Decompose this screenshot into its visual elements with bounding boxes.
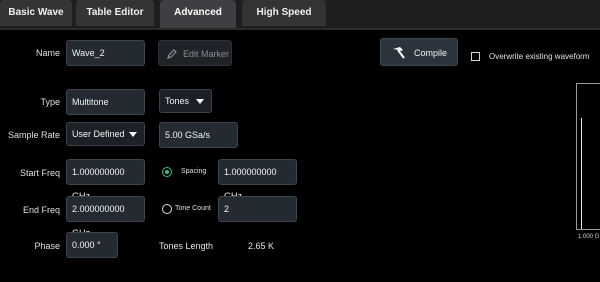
spacing-radio[interactable] — [162, 167, 172, 177]
tab-advanced[interactable]: Advanced — [160, 0, 236, 30]
chevron-down-icon — [129, 132, 137, 137]
chevron-down-icon — [196, 99, 204, 104]
phase-field[interactable]: 0.000 ° — [66, 232, 118, 258]
edit-marker-button[interactable]: Edit Marker — [158, 40, 232, 66]
type-label: Type — [40, 97, 60, 107]
panel-divider — [0, 28, 600, 30]
name-label: Name — [35, 48, 60, 58]
tones-length-label: Tones Length — [159, 241, 214, 251]
sample-rate-label: Sample Rate — [7, 130, 60, 140]
end-freq-field[interactable]: 2.000000000 GHz — [66, 196, 145, 238]
tab-table-editor[interactable]: Table Editor — [76, 0, 154, 26]
sample-rate-mode-dropdown[interactable]: User Defined — [66, 122, 145, 146]
sample-rate-mode-value: User Defined — [72, 129, 125, 139]
end-freq-label: End Freq — [22, 205, 60, 215]
compile-button[interactable]: Compile — [380, 38, 458, 66]
spectrum-preview — [576, 83, 600, 230]
spectrum-tone-line — [581, 118, 582, 229]
overwrite-checkbox[interactable] — [471, 52, 480, 61]
spacing-field[interactable]: 1.000000000 GHz — [218, 159, 297, 201]
sample-rate-field[interactable]: 5.00 GSa/s — [159, 122, 238, 148]
tone-count-label: Tone Count — [175, 205, 211, 212]
tab-basic-wave[interactable]: Basic Wave — [0, 0, 72, 26]
tones-dropdown-value: Tones — [165, 96, 190, 106]
tones-length-value: 2.65 K — [248, 241, 275, 251]
preview-axis-label: 1.000 G — [578, 234, 600, 240]
start-freq-field[interactable]: 1.000000000 GHz — [66, 159, 145, 201]
name-field[interactable]: Wave_2 — [66, 40, 145, 66]
tones-dropdown[interactable]: Tones — [159, 89, 212, 113]
overwrite-label: Overwrite existing waveform — [489, 52, 590, 61]
type-field[interactable]: Multitone — [66, 89, 145, 115]
tone-count-field[interactable]: 2 — [218, 196, 297, 222]
tone-count-radio[interactable] — [162, 204, 172, 214]
spacing-label: Spacing — [181, 168, 207, 175]
tab-high-speed-serial[interactable]: High Speed Serial — [242, 0, 326, 44]
hammer-icon — [393, 47, 405, 59]
pencil-icon — [167, 49, 177, 59]
edit-marker-label: Edit Marker — [183, 49, 230, 59]
phase-label: Phase — [34, 241, 60, 251]
compile-label: Compile — [414, 48, 448, 58]
start-freq-label: Start Freq — [19, 168, 60, 178]
